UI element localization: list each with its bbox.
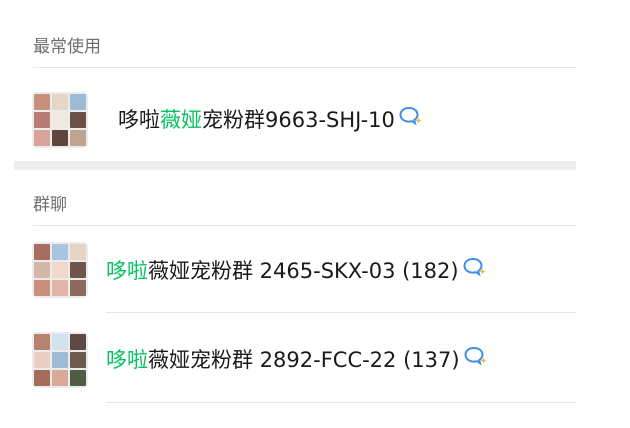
divider <box>33 67 576 68</box>
avatar-tile <box>52 262 68 278</box>
avatar-tile <box>34 334 50 350</box>
chat-name: 哆啦薇娅宠粉群 2892-FCC-22 (137) <box>106 345 488 375</box>
section-header-groups: 群聊 <box>33 195 67 215</box>
chat-name: 哆啦薇娅宠粉群 2465-SKX-03 (182) <box>106 256 487 286</box>
chat-name-suffix: 薇娅宠粉群 2465-SKX-03 (182) <box>148 259 459 283</box>
avatar-tile <box>52 244 68 260</box>
avatar-tile <box>34 262 50 278</box>
list-item-group-1[interactable]: 哆啦薇娅宠粉群 2892-FCC-22 (137) <box>0 322 630 392</box>
avatar-tile <box>52 370 68 386</box>
chat-name-suffix: 薇娅宠粉群 2892-FCC-22 (137) <box>148 348 460 372</box>
divider <box>106 312 576 313</box>
avatar-tile <box>34 94 50 110</box>
avatar-tile <box>34 370 50 386</box>
avatar-tile <box>34 280 50 296</box>
avatar-tile <box>52 334 68 350</box>
group-avatar <box>32 92 88 148</box>
chat-name-highlight: 薇娅 <box>160 108 202 132</box>
avatar-tile <box>70 334 86 350</box>
avatar-tile <box>52 94 68 110</box>
list-item-group-0[interactable]: 哆啦薇娅宠粉群 2465-SKX-03 (182) <box>0 232 630 302</box>
avatar-tile <box>70 370 86 386</box>
avatar-tile <box>52 352 68 368</box>
group-avatar <box>32 332 88 388</box>
avatar-tile <box>34 112 50 128</box>
section-separator-band <box>14 161 576 170</box>
divider <box>106 402 576 403</box>
chat-bubble-icon <box>399 104 423 134</box>
section-header-frequent: 最常使用 <box>33 37 101 57</box>
avatar-tile <box>34 244 50 260</box>
chat-bubble-icon <box>463 255 487 285</box>
avatar-tile <box>52 130 68 146</box>
avatar-tile <box>70 244 86 260</box>
list-item-frequent-0[interactable]: 哆啦薇娅宠粉群9663-SHJ-10 <box>0 82 630 152</box>
divider <box>33 225 576 226</box>
avatar-tile <box>52 112 68 128</box>
chat-name-highlight: 哆啦 <box>106 348 148 372</box>
avatar-tile <box>34 130 50 146</box>
avatar-tile <box>70 352 86 368</box>
avatar-tile <box>70 280 86 296</box>
avatar-tile <box>70 262 86 278</box>
group-avatar <box>32 242 88 298</box>
avatar-tile <box>52 280 68 296</box>
avatar-tile <box>70 130 86 146</box>
chat-name-highlight: 哆啦 <box>106 259 148 283</box>
avatar-tile <box>70 94 86 110</box>
chat-name-prefix: 哆啦 <box>118 108 160 132</box>
avatar-tile <box>34 352 50 368</box>
avatar-tile <box>70 112 86 128</box>
chat-name-suffix: 宠粉群9663-SHJ-10 <box>202 108 395 132</box>
chat-bubble-icon <box>464 344 488 374</box>
chat-name: 哆啦薇娅宠粉群9663-SHJ-10 <box>118 105 423 135</box>
